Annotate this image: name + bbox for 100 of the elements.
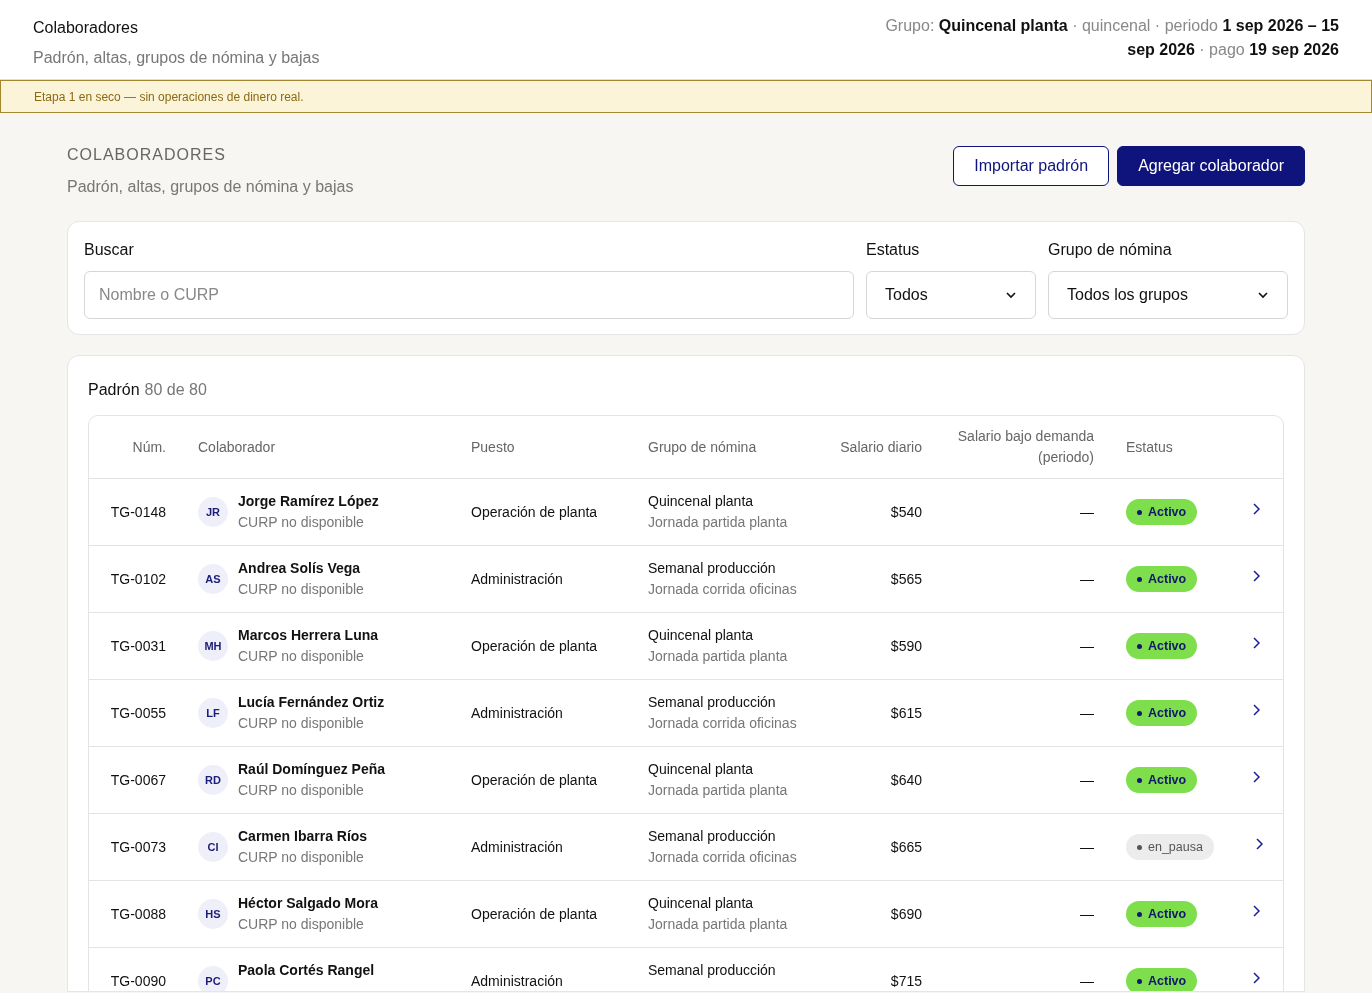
avatar: HS [198,899,228,929]
employee-name: Lucía Fernández Ortiz [238,693,385,712]
table-cell-text: — [1079,502,1094,522]
table-cell-text: — [1079,770,1094,790]
chevron-right-icon[interactable] [1253,704,1260,716]
table-cell-text: $565 [889,569,922,589]
shift-name: Jornada partida planta [648,781,789,800]
avatar: LF [198,698,228,728]
shift-name: Jornada corrida oficinas [648,848,798,867]
chevron-down-icon [1005,291,1017,299]
column-header: Grupo de nómina [648,437,758,457]
group-name: Semanal producción [648,827,777,846]
table-cell-text: — [1079,837,1094,857]
avatar: MH [198,631,228,661]
chevron-right-icon[interactable] [1253,972,1260,984]
table-cell-text: TG-0148 [109,502,166,522]
dropdown-value: Todos [885,285,928,305]
column-header: Puesto [471,437,516,457]
table-cell-text: Operación de planta [471,636,599,656]
table-cell-text: — [1079,971,1094,991]
field-label: Grupo de nómina [1048,240,1173,260]
table-cell-text: TG-0088 [109,904,166,924]
status-dropdown[interactable]: Todos [866,271,1036,319]
employee-name: Jorge Ramírez López [238,492,379,511]
column-header: Salario bajo demanda (periodo) [956,427,1094,467]
chevron-right-icon[interactable] [1253,637,1260,649]
table-cell-text: $665 [889,837,922,857]
employee-curp: CURP no disponible [238,848,365,867]
group-name: Semanal producción [648,559,777,578]
employee-name: Paola Cortés Rangel [238,961,375,980]
table-cell-text: $715 [889,971,922,991]
column-header: Núm. [131,437,166,457]
avatar: AS [198,564,228,594]
table-cell-text: Operación de planta [471,770,599,790]
section-title: COLABORADORES [67,145,227,165]
table-cell-text: TG-0090 [109,971,166,991]
chevron-down-icon [1257,291,1269,299]
page-subtitle: Padrón, altas, grupos de nómina y bajas [33,48,320,68]
dropdown-value: Todos los grupos [1067,285,1188,305]
table-cell-text: Administración [471,971,564,991]
avatar: JR [198,497,228,527]
avatar: PC [198,966,228,991]
group-name: Semanal producción [648,961,777,980]
avatar: CI [198,832,228,862]
chevron-right-icon[interactable] [1253,905,1260,917]
table-cell-text: $590 [889,636,922,656]
group-name: Quincenal planta [648,492,755,511]
status-badge: Activo [1126,767,1198,793]
employee-name: Marcos Herrera Luna [238,626,379,645]
table-cell-text: — [1079,636,1094,656]
employee-curp: CURP no disponible [238,513,365,532]
table-cell-text: Operación de planta [471,502,599,522]
shift-name: Jornada corrida oficinas [648,580,798,599]
employee-curp: CURP no disponible [238,915,365,934]
table-cell-text: $640 [889,770,922,790]
chevron-right-icon[interactable] [1253,570,1260,582]
field-label: Estatus [866,240,921,260]
shift-name: Jornada partida planta [648,915,789,934]
search-field[interactable]: Nombre o CURP [84,271,854,319]
action-button[interactable]: Importar padrón [953,146,1110,186]
warning-banner: Etapa 1 en seco — sin operaciones de dinero real. [0,80,1372,113]
group-dropdown[interactable]: Todos los grupos [1048,271,1288,319]
action-button[interactable]: Agregar colaborador [1117,146,1305,186]
employee-curp: CURP no disponible [238,647,365,666]
status-badge: Activo [1126,633,1198,659]
status-badge: Activo [1126,968,1198,991]
group-name: Semanal producción [648,693,777,712]
table-count: 80 de 80 [144,380,207,400]
status-badge: Activo [1126,566,1198,592]
table-cell-text: TG-0073 [109,837,166,857]
employee-name: Héctor Salgado Mora [238,894,379,913]
chevron-right-icon[interactable] [1253,771,1260,783]
chevron-right-icon[interactable] [1255,838,1263,850]
table-cell-text: — [1079,569,1094,589]
status-badge: Activo [1126,700,1198,726]
shift-name: Jornada partida planta [648,647,789,666]
table-title: Padrón [88,380,140,400]
group-name: Quincenal planta [648,760,755,779]
status-badge: Activo [1126,901,1198,927]
table-cell-text: $615 [889,703,922,723]
employee-name: Andrea Solís Vega [238,559,362,578]
status-badge: Activo [1126,499,1198,525]
table-cell-text: Operación de planta [471,904,599,924]
avatar: RD [198,765,228,795]
table-cell-text: Administración [471,703,564,723]
period-info: Grupo: Quincenal planta · quincenal · periodo 1 sep 2026 – 15 sep 2026 · pago 19 sep 2026 [884,16,1339,60]
employee-name: Carmen Ibarra Ríos [238,827,368,846]
table-cell-text: Administración [471,837,564,857]
group-name: Quincenal planta [648,626,755,645]
shift-name: Jornada partida planta [648,513,789,532]
table-cell-text: TG-0055 [109,703,166,723]
field-label: Buscar [84,240,135,260]
group-name: Quincenal planta [648,894,755,913]
table-cell-text: TG-0031 [109,636,166,656]
table-cell-text: TG-0102 [109,569,166,589]
chevron-right-icon[interactable] [1253,503,1260,515]
page-title: Colaboradores [33,18,139,38]
section-subtitle: Padrón, altas, grupos de nómina y bajas [67,177,354,197]
table-cell-text: $540 [889,502,922,522]
shift-name: Jornada corrida oficinas [648,714,798,733]
